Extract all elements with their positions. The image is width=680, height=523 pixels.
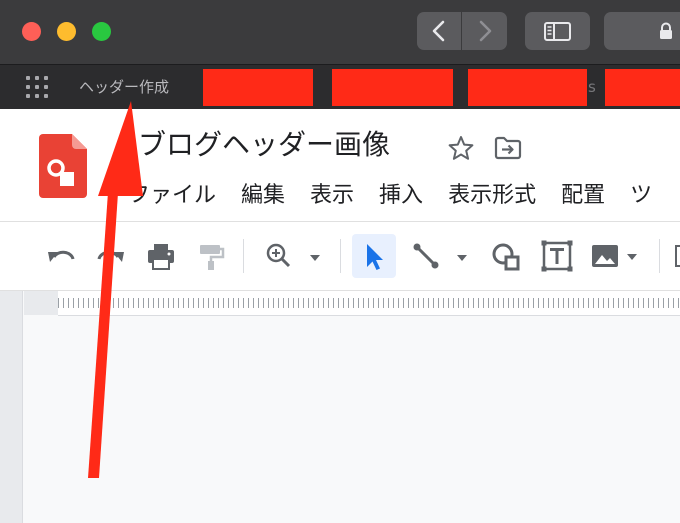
redacted-bookmark: [605, 69, 680, 106]
chevron-right-icon: [479, 20, 492, 42]
bookmark-fragment: s: [588, 78, 596, 96]
zoom-window-button[interactable]: [92, 22, 111, 41]
sidebar-icon: [544, 22, 571, 41]
shape-icon[interactable]: [486, 236, 526, 276]
navigation-buttons: [417, 12, 507, 50]
zoom-icon[interactable]: [258, 236, 328, 276]
menu-view[interactable]: 表示: [310, 181, 354, 211]
google-slides-icon[interactable]: [39, 134, 87, 198]
line-icon[interactable]: [406, 236, 476, 276]
lock-icon: [658, 22, 674, 40]
toolbar-separator: [340, 239, 341, 273]
toolbar-separator: [243, 239, 244, 273]
paint-format-icon[interactable]: [191, 236, 231, 276]
select-cursor-icon[interactable]: [352, 234, 396, 278]
redacted-bookmark: [203, 69, 313, 106]
document-header: ブログヘッダー画像 ファイル 編集 表示 挿入 表示形式 配置ツ: [0, 109, 680, 221]
image-icon[interactable]: [587, 236, 649, 276]
redacted-bookmark: [332, 69, 453, 106]
menu-tools[interactable]: ツ: [630, 181, 652, 211]
horizontal-ruler: [58, 291, 680, 316]
star-icon[interactable]: [448, 135, 474, 161]
menu-edit[interactable]: 編集: [241, 181, 285, 211]
vertical-ruler: [0, 291, 23, 523]
folder-move-icon[interactable]: [494, 136, 522, 160]
window-titlebar: [0, 0, 680, 64]
forward-button[interactable]: [462, 12, 507, 50]
ruler-corner: [24, 291, 58, 315]
sidebar-toggle-button[interactable]: [525, 12, 590, 50]
bookmarks-bar: ヘッダー作成 s: [0, 64, 680, 110]
redo-icon[interactable]: [90, 236, 130, 276]
text-box-icon[interactable]: [537, 236, 577, 276]
menu-bar: ファイル 編集 表示 挿入 表示形式 配置ツ: [128, 181, 652, 211]
chevron-left-icon: [432, 20, 445, 42]
menu-format[interactable]: 表示形式: [448, 181, 536, 211]
close-window-button[interactable]: [22, 22, 41, 41]
slide-workspace[interactable]: [0, 291, 680, 523]
more-tools-icon[interactable]: [670, 236, 680, 276]
print-icon[interactable]: [141, 236, 181, 276]
redacted-bookmark: [468, 69, 587, 106]
minimize-window-button[interactable]: [57, 22, 76, 41]
undo-icon[interactable]: [42, 236, 82, 276]
menu-file[interactable]: ファイル: [128, 181, 216, 211]
toolbar-separator: [659, 239, 660, 273]
back-button[interactable]: [417, 12, 462, 50]
bookmark-header-creation[interactable]: ヘッダー作成: [79, 76, 169, 97]
menu-arrange[interactable]: 配置: [561, 181, 605, 211]
document-title[interactable]: ブログヘッダー画像: [138, 123, 390, 163]
address-bar[interactable]: [604, 12, 680, 50]
menu-insert[interactable]: 挿入: [379, 181, 423, 211]
apps-grid-icon[interactable]: [26, 76, 50, 100]
editor-toolbar: [0, 222, 680, 290]
